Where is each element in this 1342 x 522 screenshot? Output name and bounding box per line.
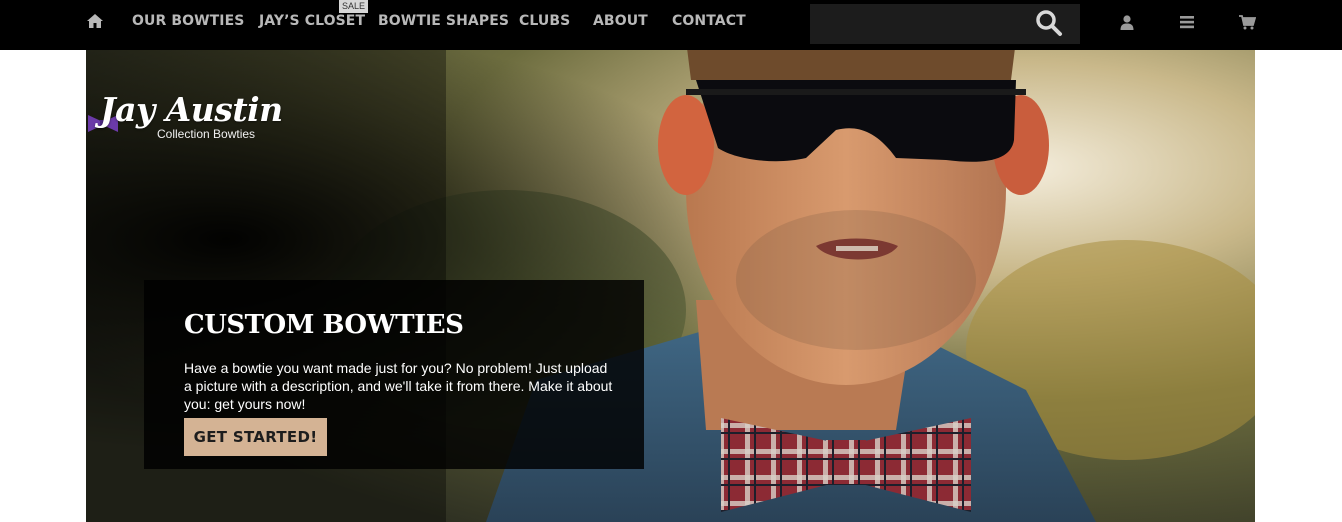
promo-card: CUSTOM BOWTIES Have a bowtie you want ma…: [144, 280, 644, 469]
top-navigation-bar: OUR BOWTIES JAY’S CLOSET SALE BOWTIE SHA…: [0, 0, 1342, 50]
search-input[interactable]: [810, 4, 1035, 44]
logo-script-text: Jay Austin: [100, 90, 283, 129]
menu-icon: [1180, 16, 1194, 29]
search-button[interactable]: [1034, 8, 1068, 38]
search-icon: [1036, 10, 1062, 36]
hero-banner: Jay Austin Collection Bowties CUSTOM BOW…: [86, 50, 1255, 522]
get-started-button[interactable]: GET STARTED!: [184, 418, 327, 456]
nav-clubs[interactable]: CLUBS: [519, 13, 570, 31]
home-icon: [87, 14, 103, 28]
nav-our-bowties[interactable]: OUR BOWTIES: [132, 13, 244, 31]
nav-jays-closet[interactable]: JAY’S CLOSET: [259, 13, 365, 31]
cart-icon: [1239, 15, 1257, 30]
nav-about[interactable]: ABOUT: [593, 13, 648, 31]
nav-bowtie-shapes[interactable]: BOWTIE SHAPES: [378, 13, 509, 31]
home-link[interactable]: [86, 12, 104, 30]
promo-title: CUSTOM BOWTIES: [184, 310, 464, 340]
account-button[interactable]: [1118, 13, 1136, 31]
promo-description: Have a bowtie you want made just for you…: [184, 360, 613, 412]
sale-badge: SALE: [339, 0, 369, 13]
cart-button[interactable]: [1238, 13, 1257, 31]
user-icon: [1120, 15, 1134, 30]
brand-logo[interactable]: Jay Austin Collection Bowties: [86, 90, 286, 150]
menu-button[interactable]: [1178, 13, 1196, 31]
nav-contact[interactable]: CONTACT: [672, 13, 746, 31]
logo-subtitle: Collection Bowties: [157, 127, 256, 141]
